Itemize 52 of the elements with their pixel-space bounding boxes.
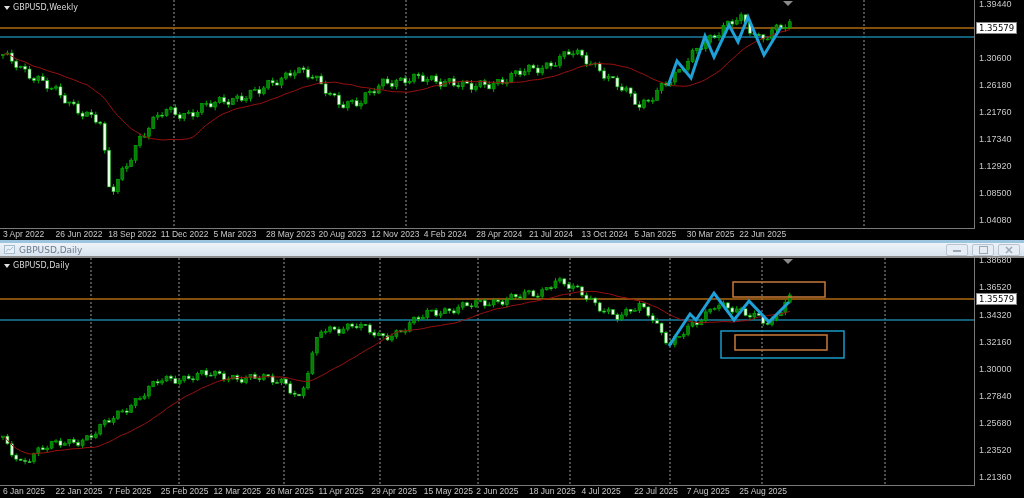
date-label: 18 Sep 2022 <box>107 229 157 240</box>
date-label: 6 Jan 2025 <box>2 486 46 497</box>
price-tick: 1.39440 <box>979 0 1012 9</box>
current-price: 1.35579 <box>976 292 1018 305</box>
price-tick: 1.26180 <box>979 80 1012 90</box>
chart-label: GBPUSD,Daily <box>13 261 70 270</box>
date-label: 25 Feb 2025 <box>159 486 209 497</box>
price-tick: 1.23520 <box>979 444 1012 455</box>
date-label: 11 Apr 2025 <box>317 486 364 497</box>
date-label: 22 Jun 2025 <box>738 229 787 240</box>
date-label: 15 May 2025 <box>422 486 473 497</box>
price-tick: 1.32160 <box>979 336 1012 347</box>
price-tick: 1.34320 <box>979 309 1012 320</box>
date-label: 22 Jan 2025 <box>54 486 103 497</box>
date-label: 13 Oct 2024 <box>580 229 628 240</box>
date-label: 21 Jul 2024 <box>527 229 573 240</box>
date-label: 4 Feb 2024 <box>422 229 467 240</box>
date-label: 28 Apr 2024 <box>475 229 523 240</box>
date-label: 29 Apr 2025 <box>370 486 417 497</box>
date-label: 11 Dec 2022 <box>159 229 209 240</box>
date-label: 7 Aug 2025 <box>685 486 730 497</box>
date-label: 3 Apr 2022 <box>2 229 45 240</box>
price-tick: 1.30600 <box>979 53 1012 63</box>
price-tick: 1.12920 <box>979 161 1012 171</box>
date-label: 4 Jul 2025 <box>580 486 621 497</box>
date-label: 30 Mar 2025 <box>685 229 735 240</box>
date-label: 2 Jun 2025 <box>475 486 519 497</box>
date-label: 12 Mar 2025 <box>212 486 262 497</box>
price-tick: 1.21760 <box>979 107 1012 117</box>
current-price: 1.35579 <box>976 21 1018 34</box>
date-label: 25 Aug 2025 <box>738 486 788 497</box>
date-label: 28 May 2023 <box>264 229 316 240</box>
price-tick: 1.25680 <box>979 417 1012 428</box>
date-label: 26 Mar 2025 <box>264 486 314 497</box>
price-tick: 1.30000 <box>979 363 1012 374</box>
price-tick: 1.17340 <box>979 134 1012 144</box>
price-tick: 1.27840 <box>979 390 1012 401</box>
price-tick: 1.21360 <box>979 471 1012 482</box>
date-label: 7 Feb 2025 <box>107 486 152 497</box>
window-title: GBPUSD,Daily <box>19 244 84 255</box>
price-tick: 1.08500 <box>979 188 1012 198</box>
chart-label: GBPUSD,Weekly <box>13 3 79 12</box>
date-label: 22 Jul 2025 <box>633 486 679 497</box>
price-tick: 1.04080 <box>979 215 1012 225</box>
date-label: 18 Jun 2025 <box>527 486 576 497</box>
price-tick: 1.38680 <box>979 255 1012 265</box>
price-tick: 1.36520 <box>979 282 1012 292</box>
date-label: 20 Aug 2023 <box>317 229 367 240</box>
date-label: 12 Nov 2023 <box>370 229 420 240</box>
date-label: 5 Mar 2023 <box>212 229 257 240</box>
date-label: 5 Jan 2025 <box>633 229 677 240</box>
date-label: 26 Jun 2022 <box>54 229 103 240</box>
